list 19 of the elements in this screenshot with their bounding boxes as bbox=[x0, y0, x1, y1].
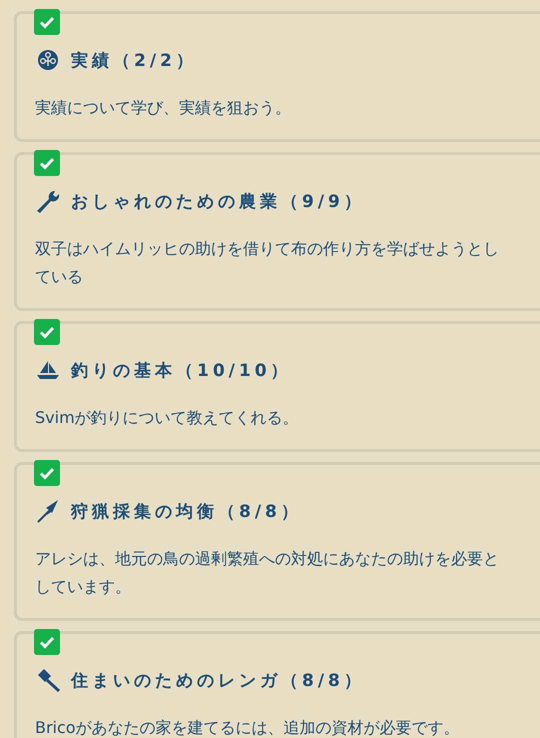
quest-description: アレシは、地元の鳥の過剰繁殖への対処にあなたの助けを必要としています。 bbox=[35, 548, 500, 598]
quest-title: おしゃれのための農業（9/9） bbox=[71, 190, 365, 212]
medal-icon bbox=[37, 49, 59, 71]
check-icon bbox=[39, 156, 55, 170]
wrench-icon bbox=[35, 188, 61, 214]
quest-title: 実績（2/2） bbox=[71, 50, 197, 72]
quest-description: Bricoがあなたの家を建てるには、追加の資材が必要です。 bbox=[35, 717, 461, 738]
check-icon bbox=[39, 466, 55, 480]
check-icon bbox=[39, 636, 55, 648]
quest-description: 実績について学び、実績を狙おう。 bbox=[35, 97, 292, 119]
quest-title: 狩猟採集の均衡（8/8） bbox=[71, 500, 302, 522]
quest-title: 釣りの基本（10/10） bbox=[71, 360, 292, 382]
quest-description: Svimが釣りについて教えてくれる。 bbox=[35, 407, 300, 429]
check-icon bbox=[39, 16, 55, 28]
quest-description: 双子はハイムリッヒの助けを借りて布の作り方を学ばせようとしている bbox=[35, 238, 500, 288]
arrow-icon bbox=[36, 499, 60, 523]
sailboat-icon bbox=[36, 360, 60, 380]
quest-title: 住まいのためのレンガ（8/8） bbox=[71, 670, 365, 692]
check-icon bbox=[39, 326, 55, 338]
